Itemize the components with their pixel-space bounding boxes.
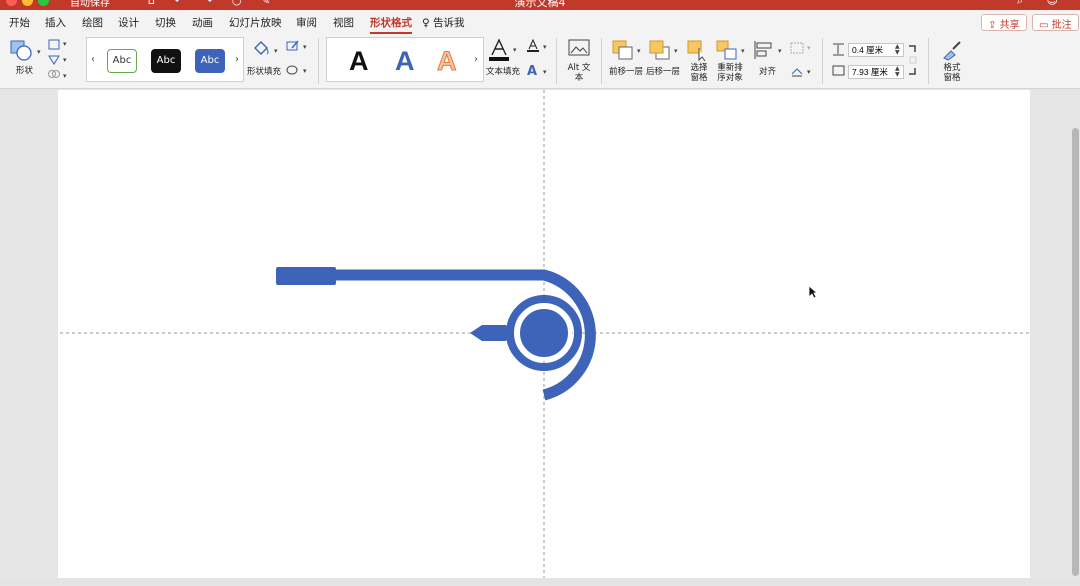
chevron-down-icon[interactable]: ▾ [63, 56, 67, 64]
selection-pane-icon[interactable] [687, 40, 709, 62]
share-button[interactable]: ⇪ 共享 [981, 14, 1027, 31]
label-bar-shape[interactable] [276, 267, 336, 285]
tell-me-label: 告诉我 [433, 17, 465, 29]
text-outline-icon[interactable] [526, 39, 540, 53]
height-stepper[interactable]: ▲ ▼ [895, 44, 900, 56]
chevron-down-icon[interactable]: ▾ [63, 40, 67, 48]
chevron-down-icon[interactable]: ▾ [303, 43, 307, 51]
format-pane-icon[interactable] [941, 39, 963, 61]
ribbon-separator [556, 38, 557, 84]
chevron-down-icon[interactable]: ▾ [63, 72, 67, 80]
lightbulb-icon: ♀ [422, 17, 430, 29]
shapes-label: 形状 [16, 66, 34, 76]
tab-animations[interactable]: 动画 [192, 15, 213, 30]
selection-pane-label: 选择 窗格 [690, 63, 708, 83]
ribbon-separator [318, 38, 319, 84]
tab-design[interactable]: 设计 [118, 15, 139, 30]
chevron-down-icon[interactable]: ▾ [778, 47, 782, 55]
chevron-down-icon[interactable]: ▾ [37, 48, 41, 56]
wordart-style-orange[interactable]: A [437, 46, 457, 77]
mouse-pointer-icon [808, 285, 818, 299]
shape-style-white[interactable]: Abc [107, 49, 137, 73]
chevron-down-icon[interactable]: ▾ [274, 47, 278, 55]
chevron-down-icon[interactable]: ▾ [513, 46, 517, 54]
group-icon[interactable] [790, 42, 804, 54]
crop-icon[interactable] [907, 44, 919, 76]
tab-home[interactable]: 开始 [9, 15, 30, 30]
shape-outline-icon[interactable] [286, 40, 300, 52]
tab-shape-format[interactable]: 形状格式 [370, 15, 412, 34]
rotate-icon[interactable] [790, 66, 804, 78]
tab-review[interactable]: 审阅 [296, 15, 317, 30]
width-stepper[interactable]: ▲ ▼ [895, 66, 900, 78]
reorder-objects-icon[interactable] [716, 40, 738, 62]
chevron-down-icon[interactable]: ▾ [543, 43, 547, 51]
wordart-style-blue[interactable]: A [395, 46, 415, 77]
edit-shape-icons[interactable] [47, 38, 61, 80]
chevron-down-icon[interactable]: ▾ [303, 67, 307, 75]
shape-fill-label: 形状填充 [247, 67, 282, 77]
search-icon[interactable]: ⌕ ☺ [1017, 0, 1068, 8]
gallery-prev-arrow[interactable]: ‹ [91, 54, 95, 65]
text-fill-icon[interactable] [488, 38, 510, 62]
status-bar [0, 578, 1080, 586]
ribbon-separator [601, 38, 602, 84]
vertical-scrollbar[interactable] [1072, 128, 1079, 576]
align-icon[interactable] [753, 40, 775, 60]
format-pane-label: 格式 窗格 [943, 63, 961, 83]
send-backward-icon[interactable] [649, 40, 671, 62]
wordart-style-black[interactable]: A [349, 46, 369, 77]
comments-label: 批注 [1051, 20, 1072, 31]
tab-transitions[interactable]: 切换 [155, 15, 176, 30]
wordart-gallery[interactable]: A A A [326, 37, 484, 82]
paint-bucket-icon[interactable] [251, 39, 271, 59]
reorder-objects-label: 重新排 序对象 [717, 63, 743, 83]
chevron-down-icon[interactable]: ▾ [807, 68, 811, 76]
chevron-down-icon[interactable]: ▾ [741, 47, 745, 55]
share-label: 共享 [999, 20, 1020, 31]
menu-tab-bar: 开始 插入 绘图 设计 切换 动画 幻灯片放映 审阅 视图 形状格式 ♀ 告诉我… [0, 10, 1080, 34]
shape-style-black[interactable]: Abc [151, 49, 181, 73]
comment-icon: ▭ [1039, 20, 1049, 31]
slide[interactable] [0, 90, 1030, 578]
tab-insert[interactable]: 插入 [45, 15, 66, 30]
alt-text-label: Alt 文本 [567, 63, 591, 83]
title-bar: 自动保存 ⌂ ↶ ↷ ○ ✎ 演示文稿4 ⌕ ☺ [0, 0, 1080, 10]
ribbon-separator [928, 38, 929, 84]
tab-slideshow[interactable]: 幻灯片放映 [229, 15, 282, 30]
tell-me-box[interactable]: ♀ 告诉我 [422, 15, 465, 30]
shape-style-blue[interactable]: Abc [195, 49, 225, 73]
window-title: 演示文稿4 [514, 0, 566, 9]
bring-forward-label: 前移一层 [609, 67, 644, 77]
send-backward-label: 后移一层 [646, 67, 681, 77]
text-fill-label: 文本填充 [486, 67, 521, 77]
center-circle-shape[interactable] [516, 305, 572, 361]
ribbon: ▾ 形状 ▾ ▾ ▾ ‹ Abc Abc Abc › ▾ 形状填充 ▾ ▾ A … [0, 34, 1080, 89]
ribbon-separator [822, 38, 823, 84]
shape-effects-icon[interactable] [286, 64, 300, 76]
gallery-next-arrow[interactable]: › [474, 54, 478, 65]
gallery-next-arrow[interactable]: › [235, 54, 239, 65]
shapes-icon[interactable] [10, 40, 34, 62]
shape-height-icon [833, 43, 844, 56]
pointer-tab-shape[interactable] [470, 325, 510, 341]
align-label: 对齐 [759, 67, 777, 77]
shape-style-gallery[interactable]: ‹ Abc Abc Abc › [86, 37, 244, 82]
share-icon: ⇪ [988, 20, 997, 31]
chevron-down-icon[interactable]: ▾ [543, 68, 547, 76]
shape-width-icon [832, 65, 845, 76]
bring-forward-icon[interactable] [612, 40, 634, 62]
alt-text-icon[interactable] [568, 39, 590, 59]
text-effects-icon[interactable]: A [527, 64, 537, 79]
chevron-down-icon[interactable]: ▾ [674, 47, 678, 55]
chevron-down-icon[interactable]: ▾ [637, 47, 641, 55]
slide-canvas-area [0, 90, 1080, 578]
slide-drawing [0, 90, 1030, 578]
comments-button[interactable]: ▭ 批注 [1032, 14, 1079, 31]
tab-view[interactable]: 视图 [333, 15, 354, 30]
chevron-down-icon[interactable]: ▾ [807, 44, 811, 52]
tab-draw[interactable]: 绘图 [82, 15, 103, 30]
